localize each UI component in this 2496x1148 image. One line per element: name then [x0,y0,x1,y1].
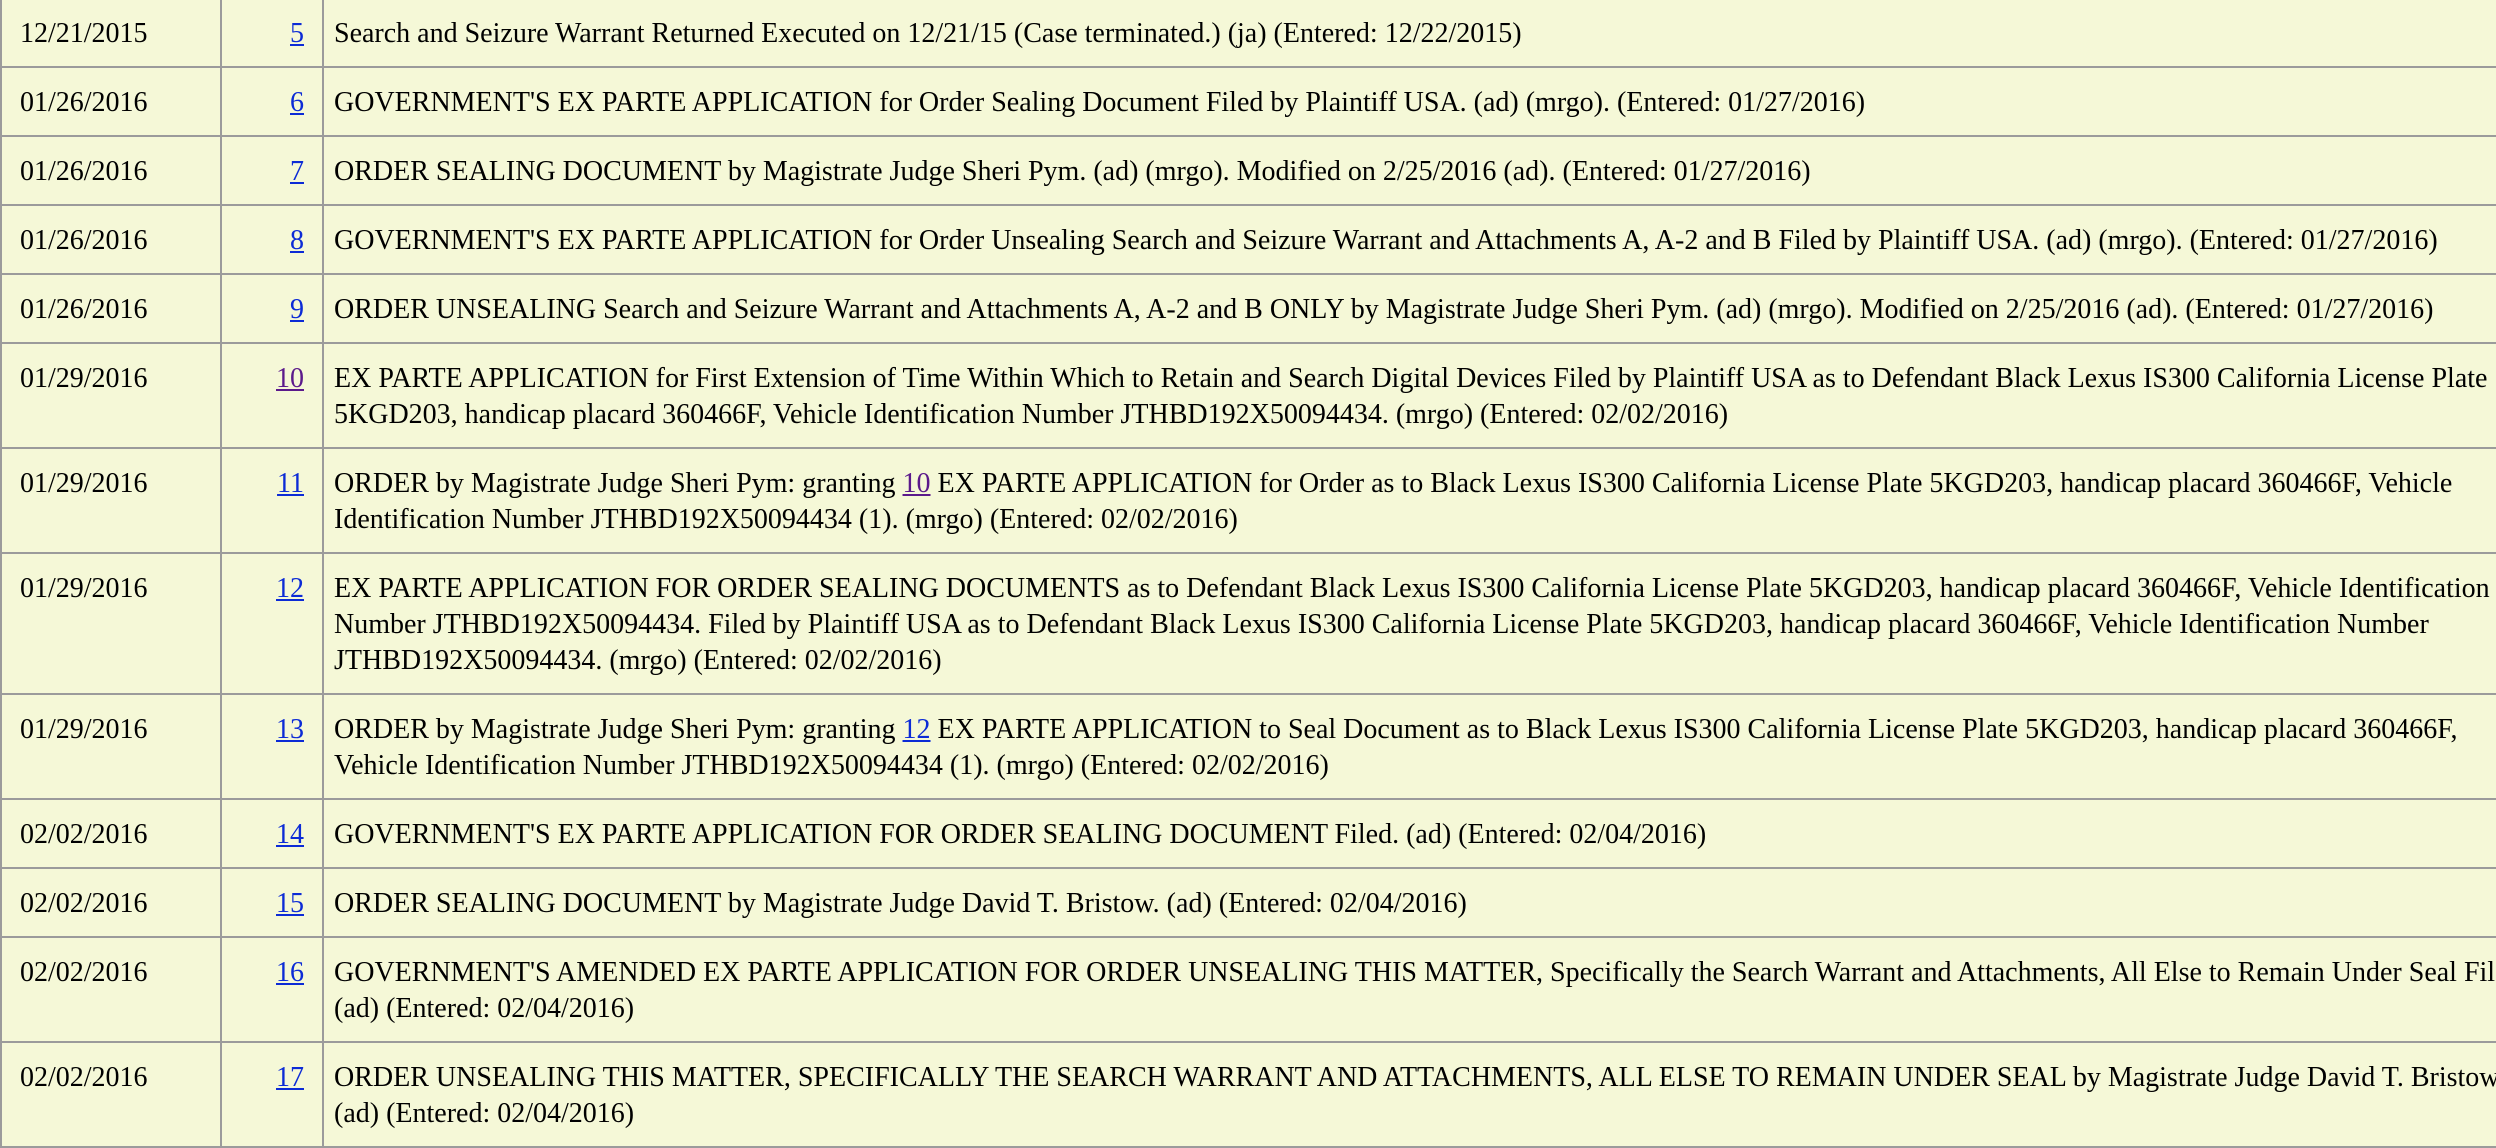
docket-row: 02/02/2016 16 GOVERNMENT'S AMENDED EX PA… [0,936,2496,1043]
entry-text: ORDER SEALING DOCUMENT by Magistrate Jud… [322,135,2496,206]
document-link[interactable]: 16 [276,957,304,988]
entry-number-cell: 11 [220,447,324,554]
entry-text: GOVERNMENT'S AMENDED EX PARTE APPLICATIO… [322,936,2496,1043]
document-link[interactable]: 10 [276,363,304,394]
referenced-document-link[interactable]: 12 [903,714,931,745]
entry-number-cell: 12 [220,552,324,695]
docket-row: 01/26/2016 8 GOVERNMENT'S EX PARTE APPLI… [0,204,2496,275]
entry-date: 01/29/2016 [0,447,222,554]
entry-number-cell: 5 [220,0,324,68]
referenced-document-link[interactable]: 10 [903,468,931,499]
docket-row: 01/26/2016 9 ORDER UNSEALING Search and … [0,273,2496,344]
entry-number-cell: 14 [220,798,324,869]
document-link[interactable]: 5 [290,18,304,49]
document-link[interactable]: 9 [290,294,304,325]
entry-number-cell: 15 [220,867,324,938]
document-link[interactable]: 13 [276,714,304,745]
document-link[interactable]: 6 [290,87,304,118]
docket-row: 02/02/2016 15 ORDER SEALING DOCUMENT by … [0,867,2496,938]
document-link[interactable]: 17 [276,1062,304,1093]
entry-number-cell: 13 [220,693,324,800]
entry-text: EX PARTE APPLICATION FOR ORDER SEALING D… [322,552,2496,695]
docket-row: 01/29/2016 11 ORDER by Magistrate Judge … [0,447,2496,554]
entry-text: Search and Seizure Warrant Returned Exec… [322,0,2496,68]
docket-row: 01/29/2016 10 EX PARTE APPLICATION for F… [0,342,2496,449]
entry-text-before: ORDER by Magistrate Judge Sheri Pym: gra… [334,468,903,499]
entry-text: GOVERNMENT'S EX PARTE APPLICATION for Or… [322,204,2496,275]
entry-date: 12/21/2015 [0,0,222,68]
entry-date: 01/26/2016 [0,135,222,206]
entry-number-cell: 17 [220,1041,324,1148]
entry-number-cell: 16 [220,936,324,1043]
entry-date: 01/26/2016 [0,273,222,344]
entry-date: 02/02/2016 [0,1041,222,1148]
entry-date: 01/29/2016 [0,342,222,449]
docket-row: 01/29/2016 12 EX PARTE APPLICATION FOR O… [0,552,2496,695]
docket-row: 12/21/2015 5 Search and Seizure Warrant … [0,0,2496,68]
entry-text: EX PARTE APPLICATION for First Extension… [322,342,2496,449]
document-link[interactable]: 14 [276,819,304,850]
entry-date: 02/02/2016 [0,798,222,869]
entry-number-cell: 7 [220,135,324,206]
entry-number-cell: 8 [220,204,324,275]
document-link[interactable]: 11 [277,468,304,499]
docket-row: 01/29/2016 13 ORDER by Magistrate Judge … [0,693,2496,800]
entry-number-cell: 6 [220,66,324,137]
docket-row: 01/26/2016 6 GOVERNMENT'S EX PARTE APPLI… [0,66,2496,137]
document-link[interactable]: 8 [290,225,304,256]
entry-number-cell: 9 [220,273,324,344]
entry-text-before: ORDER by Magistrate Judge Sheri Pym: gra… [334,714,903,745]
entry-text: ORDER UNSEALING Search and Seizure Warra… [322,273,2496,344]
docket-table: 12/21/2015 5 Search and Seizure Warrant … [0,0,2496,1148]
entry-date: 02/02/2016 [0,867,222,938]
docket-row: 02/02/2016 14 GOVERNMENT'S EX PARTE APPL… [0,798,2496,869]
entry-date: 01/26/2016 [0,66,222,137]
entry-date: 01/26/2016 [0,204,222,275]
entry-text: ORDER by Magistrate Judge Sheri Pym: gra… [322,447,2496,554]
entry-text: ORDER SEALING DOCUMENT by Magistrate Jud… [322,867,2496,938]
docket-row: 01/26/2016 7 ORDER SEALING DOCUMENT by M… [0,135,2496,206]
document-link[interactable]: 7 [290,156,304,187]
entry-text: ORDER by Magistrate Judge Sheri Pym: gra… [322,693,2496,800]
entry-text: ORDER UNSEALING THIS MATTER, SPECIFICALL… [322,1041,2496,1148]
document-link[interactable]: 12 [276,573,304,604]
document-link[interactable]: 15 [276,888,304,919]
entry-date: 01/29/2016 [0,693,222,800]
entry-text: GOVERNMENT'S EX PARTE APPLICATION for Or… [322,66,2496,137]
entry-text: GOVERNMENT'S EX PARTE APPLICATION FOR OR… [322,798,2496,869]
docket-row: 02/02/2016 17 ORDER UNSEALING THIS MATTE… [0,1041,2496,1148]
entry-date: 01/29/2016 [0,552,222,695]
entry-date: 02/02/2016 [0,936,222,1043]
entry-number-cell: 10 [220,342,324,449]
